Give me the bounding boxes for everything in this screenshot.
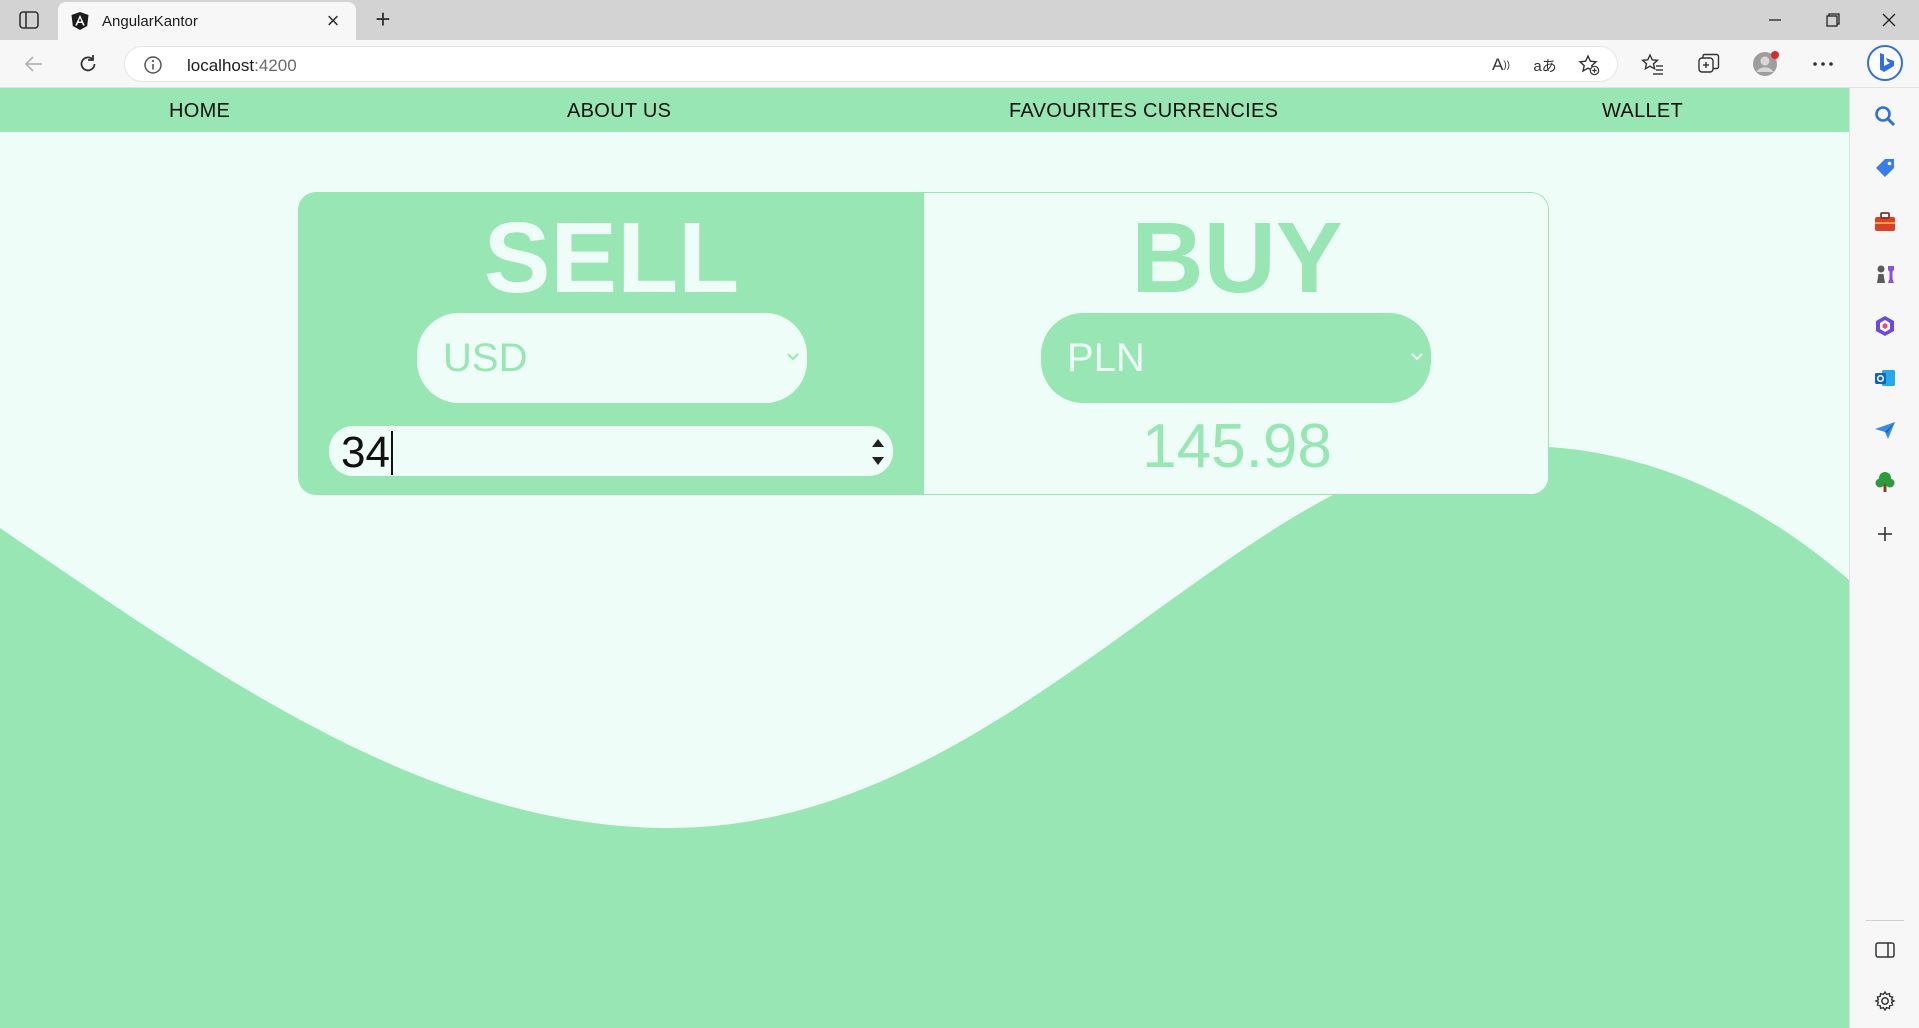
bing-copilot-icon[interactable] [1866,44,1904,82]
search-icon[interactable] [1871,102,1899,130]
chevron-down-icon [787,353,799,361]
outlook-icon[interactable] [1871,364,1899,392]
browser-tab[interactable]: AngularKantor × [58,2,356,40]
favorites-icon[interactable] [1638,50,1668,78]
sell-panel: SELL USD 34 [299,193,924,494]
tab-title: AngularKantor [102,12,198,30]
close-window-icon[interactable] [1866,6,1912,34]
shopping-tag-icon[interactable] [1871,154,1899,182]
sell-amount-input[interactable]: 34 [329,426,893,476]
sidebar-divider [1866,920,1904,921]
reload-icon[interactable] [72,49,104,79]
browser-toolbar: localhost:4200 A)) aあ [0,40,1919,88]
site-info-icon[interactable] [143,55,163,75]
hide-sidebar-icon[interactable] [1871,936,1899,964]
settings-gear-icon[interactable] [1871,987,1899,1015]
sell-currency-select[interactable]: USD [417,313,807,403]
buy-panel: BUY PLN 145.98 [924,193,1548,494]
nav-about-us[interactable]: ABOUT US [567,100,671,123]
sell-currency-value: USD [443,335,528,380]
translate-icon[interactable]: aあ [1532,53,1558,77]
add-sidebar-app-icon[interactable] [1871,520,1899,548]
edge-sidebar [1849,88,1919,1028]
tab-close-icon[interactable]: × [322,10,344,32]
send-paper-plane-icon[interactable] [1871,416,1899,444]
more-options-icon[interactable] [1808,50,1838,78]
url-text: localhost:4200 [187,56,297,75]
profile-avatar-icon[interactable] [1751,50,1781,78]
chevron-down-icon [1411,353,1423,361]
top-navigation: HOME ABOUT US FAVOURITES CURRENCIES WALL… [0,88,1849,132]
number-spinner-icon[interactable] [869,430,887,472]
minimize-icon[interactable] [1752,6,1798,34]
buy-result-amount: 145.98 [1142,412,1332,481]
add-favorite-icon[interactable] [1576,53,1602,77]
tools-briefcase-icon[interactable] [1871,208,1899,236]
buy-currency-select[interactable]: PLN [1041,313,1431,403]
sell-heading: SELL [483,202,740,314]
restore-icon[interactable] [1810,6,1856,34]
angular-logo-icon [71,12,89,30]
buy-heading: BUY [1131,202,1343,314]
back-icon[interactable] [18,49,50,79]
nav-home[interactable]: HOME [169,100,230,123]
browser-tab-bar: AngularKantor × + [0,0,1919,40]
microsoft-365-icon[interactable] [1871,312,1899,340]
buy-currency-value: PLN [1067,335,1145,380]
new-tab-icon[interactable]: + [368,6,398,34]
nav-wallet[interactable]: WALLET [1602,100,1683,123]
address-bar[interactable]: localhost:4200 A)) aあ [124,46,1618,82]
page-viewport: HOME ABOUT US FAVOURITES CURRENCIES WALL… [0,88,1849,1028]
exchange-card: SELL USD 34 BUY PLN 145.98 [298,192,1549,495]
tree-icon[interactable] [1871,468,1899,496]
games-chess-icon[interactable] [1871,260,1899,288]
text-caret [390,431,393,475]
collections-icon[interactable] [1694,50,1724,78]
read-aloud-icon[interactable]: A)) [1488,53,1514,77]
tab-actions-icon[interactable] [14,9,44,31]
nav-favourites-currencies[interactable]: FAVOURITES CURRENCIES [1009,100,1278,123]
sell-amount-value: 34 [341,431,393,475]
